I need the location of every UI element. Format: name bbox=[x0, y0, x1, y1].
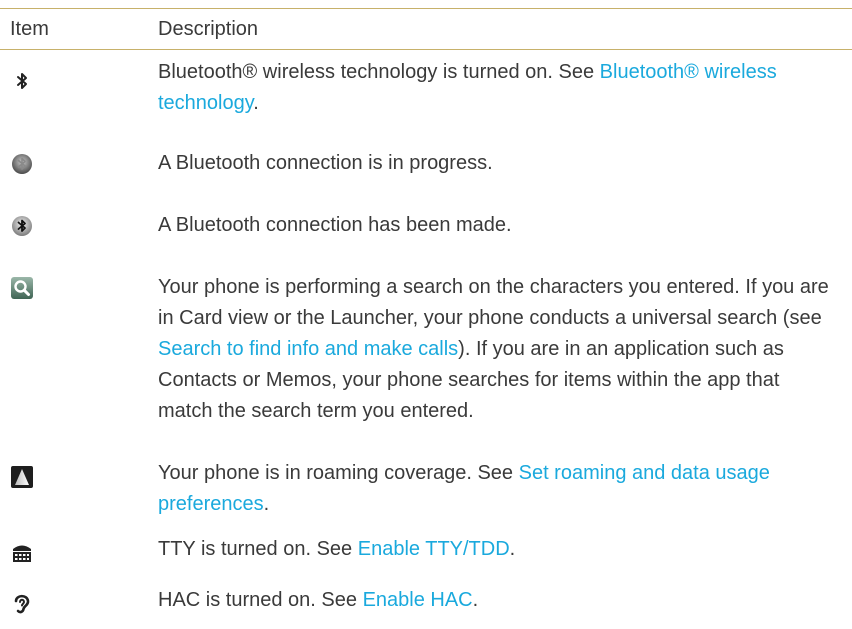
row-description: Your phone is in roaming coverage. See S… bbox=[158, 462, 770, 515]
link-search[interactable]: Search to find info and make calls bbox=[158, 338, 458, 360]
bluetooth-on-icon bbox=[10, 69, 34, 93]
link-hac[interactable]: Enable HAC bbox=[363, 589, 473, 611]
link-tty[interactable]: Enable TTY/TDD bbox=[358, 538, 510, 560]
row-description: Your phone is performing a search on the… bbox=[158, 276, 829, 422]
hac-icon bbox=[10, 591, 34, 615]
status-icon-table: Item Description Bluetooth® wireless tec… bbox=[0, 0, 852, 629]
row-description: A Bluetooth connection has been made. bbox=[158, 214, 512, 236]
row-description: A Bluetooth connection is in progress. bbox=[158, 152, 493, 174]
row-description: HAC is turned on. See Enable HAC. bbox=[158, 589, 479, 611]
table-header-rule bbox=[0, 49, 852, 50]
bluetooth-connected-icon bbox=[10, 214, 34, 238]
bluetooth-connecting-icon bbox=[10, 152, 34, 176]
table-top-rule bbox=[0, 8, 852, 9]
header-item: Item bbox=[10, 18, 49, 40]
table-header: Item Description bbox=[0, 10, 852, 48]
tty-icon bbox=[10, 540, 34, 564]
header-description: Description bbox=[158, 18, 259, 40]
row-description: TTY is turned on. See Enable TTY/TDD. bbox=[158, 538, 516, 560]
search-icon bbox=[10, 276, 34, 300]
roaming-icon bbox=[10, 465, 34, 489]
row-description: Bluetooth® wireless technology is turned… bbox=[158, 61, 777, 114]
